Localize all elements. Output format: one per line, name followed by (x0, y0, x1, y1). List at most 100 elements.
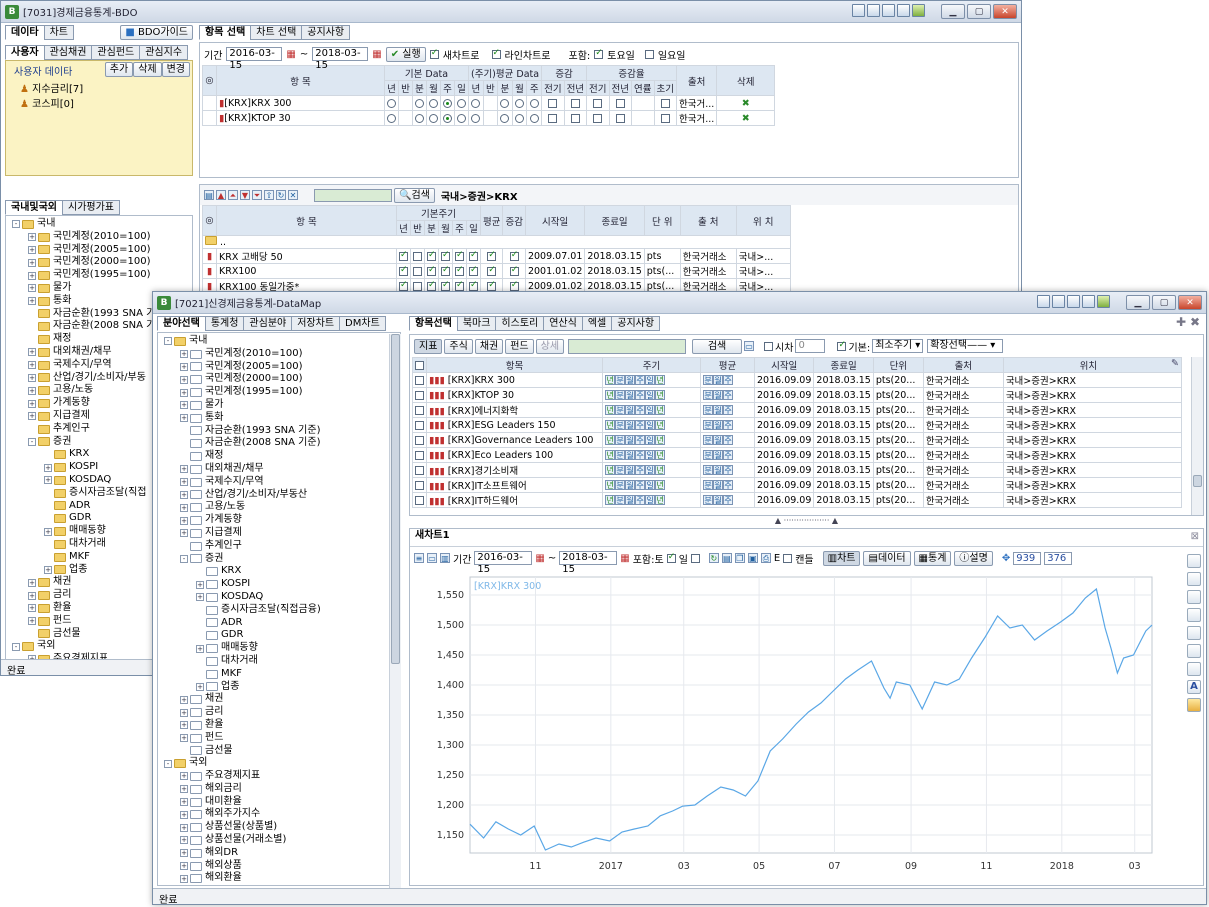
select-all-checkbox[interactable] (412, 357, 427, 373)
radio-avg[interactable] (500, 98, 510, 108)
cycle-chip[interactable]: 년 (605, 479, 615, 490)
expand-icon[interactable]: + (28, 361, 36, 370)
save-icon[interactable]: ▤ (721, 553, 732, 563)
list-item[interactable]: ♟ 코스피[0] (20, 95, 192, 110)
scrollbar-thumb[interactable] (391, 334, 400, 664)
bdo-guide-button[interactable]: ■ BDO가이드 (120, 25, 193, 40)
avg-chip[interactable]: 주 (723, 449, 733, 460)
run-button[interactable]: ✔ 실행 (385, 46, 426, 62)
expand-icon[interactable]: + (28, 271, 36, 280)
table-row[interactable]: ▮KRX 고배당 50 2009.07.012018.03.15pts한국거래소국… (202, 248, 791, 264)
list-icon[interactable]: ≡ (414, 553, 424, 563)
cycle-checkbox[interactable] (413, 251, 422, 261)
avg-chip[interactable]: 주 (723, 404, 733, 415)
cycle-chip[interactable]: 일 (645, 434, 655, 445)
cycle-chip[interactable]: 분 (615, 374, 625, 385)
row-checkbox[interactable] (415, 480, 424, 490)
pen-icon[interactable]: ✎ (1171, 359, 1179, 370)
sunday-checkbox[interactable] (690, 553, 700, 563)
cycle-chip[interactable]: 월 (625, 404, 635, 415)
tree-node[interactable]: + 국민계정(1995=100) (164, 386, 400, 399)
copy-icon[interactable]: ❐ (734, 553, 745, 563)
cascade-icon[interactable] (867, 4, 880, 17)
candle-checkbox[interactable] (783, 553, 793, 563)
tab-formula[interactable]: 연산식 (543, 316, 583, 331)
minimize-button[interactable]: ▁ (1126, 295, 1150, 310)
cycle-checkbox[interactable] (487, 265, 497, 276)
calendar-icon[interactable]: ▦ (286, 49, 295, 60)
expand-icon[interactable]: ⇧ (264, 190, 274, 200)
radio-avg[interactable] (500, 113, 510, 123)
calendar-icon[interactable]: ▦ (620, 553, 629, 564)
expand-icon[interactable]: + (180, 388, 188, 397)
expand-icon[interactable]: + (28, 233, 36, 242)
cycle-chip[interactable]: 주 (635, 434, 645, 445)
expand-icon[interactable]: + (28, 591, 36, 600)
avg-chip[interactable]: 월 (713, 464, 723, 475)
grid-scrollbar[interactable] (1191, 357, 1203, 515)
tree-node[interactable]: + 상품선물(거래소별) (164, 834, 400, 847)
collapse-icon[interactable]: - (28, 437, 36, 446)
save-icon[interactable]: ▤ (204, 190, 214, 200)
collapse-icon[interactable]: - (12, 642, 20, 651)
cycle-chip[interactable]: 년 (605, 449, 615, 460)
table-row[interactable]: ▮[KRX]KRX 300 한국거... ✖ (202, 95, 776, 111)
cycle-checkbox[interactable] (455, 280, 464, 291)
filter-fund[interactable]: 펀드 (505, 338, 534, 354)
cycle-chip[interactable]: 분 (615, 389, 625, 400)
avg-chip[interactable]: 월 (713, 419, 723, 430)
refresh-icon[interactable]: ↻ (276, 190, 286, 200)
expand-icon[interactable]: + (180, 734, 188, 743)
expand-icon[interactable]: + (180, 529, 188, 538)
collapse-icon[interactable]: - (164, 759, 172, 768)
expand-icon[interactable]: + (28, 412, 36, 421)
collapse-icon[interactable]: - (164, 337, 172, 346)
move-top-icon[interactable]: ⏶ (228, 190, 238, 200)
expand-icon[interactable]: + (196, 682, 204, 691)
row-checkbox[interactable] (415, 450, 424, 460)
tab-interest-field[interactable]: 관심분야 (243, 316, 293, 331)
tree-node[interactable]: + 업종 (164, 681, 400, 694)
expand-icon[interactable]: + (180, 465, 188, 474)
tree-node[interactable]: + 물가 (164, 399, 400, 412)
cursor-icon[interactable] (1187, 572, 1201, 586)
print-icon[interactable]: ⎙ (760, 553, 771, 563)
cycle-chip[interactable]: 월 (625, 464, 635, 475)
desc-view-button[interactable]: ⓘ설명 (954, 550, 993, 566)
cycle-chip[interactable]: 월 (625, 449, 635, 460)
cascade-icon[interactable] (1052, 295, 1065, 308)
cycle-chip[interactable]: 주 (635, 404, 645, 415)
expand-icon[interactable]: + (180, 350, 188, 359)
cycle-checkbox[interactable] (427, 265, 436, 276)
cycle-checkbox[interactable] (469, 265, 478, 276)
filter-indicator[interactable]: 지표 (414, 338, 443, 354)
cycle-chip[interactable]: 년 (605, 434, 615, 445)
maximize-button[interactable]: ▢ (967, 4, 991, 19)
save-icon[interactable] (897, 4, 910, 17)
diff-checkbox[interactable] (570, 113, 580, 123)
table-row[interactable]: ▮▮▮ [KRX]ESG Leaders 150 년 분 월 주 일 년 분 월 주 2016.09… (412, 417, 1183, 433)
tree-node[interactable]: + 해외금리 (164, 783, 400, 796)
expand-icon[interactable]: + (180, 785, 188, 794)
cycle-chip[interactable]: 일 (645, 389, 655, 400)
tree-node[interactable]: GDR (164, 629, 400, 642)
avg-chip[interactable]: 분 (703, 419, 713, 430)
avg-chip[interactable]: 분 (703, 479, 713, 490)
close-icon[interactable]: ⊠ (1191, 531, 1199, 542)
text-tool-icon[interactable]: A (1187, 680, 1201, 694)
table-row[interactable]: ▮KRX100 2001.01.022018.03.15pts(...한국거래소국… (202, 263, 791, 279)
tab-chart-select[interactable]: 차트 선택 (250, 25, 303, 40)
avg-chip[interactable]: 주 (723, 434, 733, 445)
avg-chip[interactable]: 분 (703, 404, 713, 415)
cycle-chip[interactable]: 주 (635, 374, 645, 385)
avg-chip[interactable]: 주 (723, 479, 733, 490)
tree-node[interactable]: + 대미환율 (164, 796, 400, 809)
table-row[interactable]: ▮[KRX]KTOP 30 한국거... ✖ (202, 110, 776, 126)
panel-icon[interactable] (1187, 644, 1201, 658)
tree-node[interactable]: + 국민계정(2010=100) (12, 231, 192, 244)
expand-select[interactable]: 확장선택—— ▾ (927, 339, 1004, 353)
cycle-chip[interactable]: 일 (645, 374, 655, 385)
cycle-chip[interactable]: 분 (615, 449, 625, 460)
tree-node[interactable]: - 국외 (164, 757, 400, 770)
tab-fund[interactable]: 관심펀드 (91, 45, 141, 60)
